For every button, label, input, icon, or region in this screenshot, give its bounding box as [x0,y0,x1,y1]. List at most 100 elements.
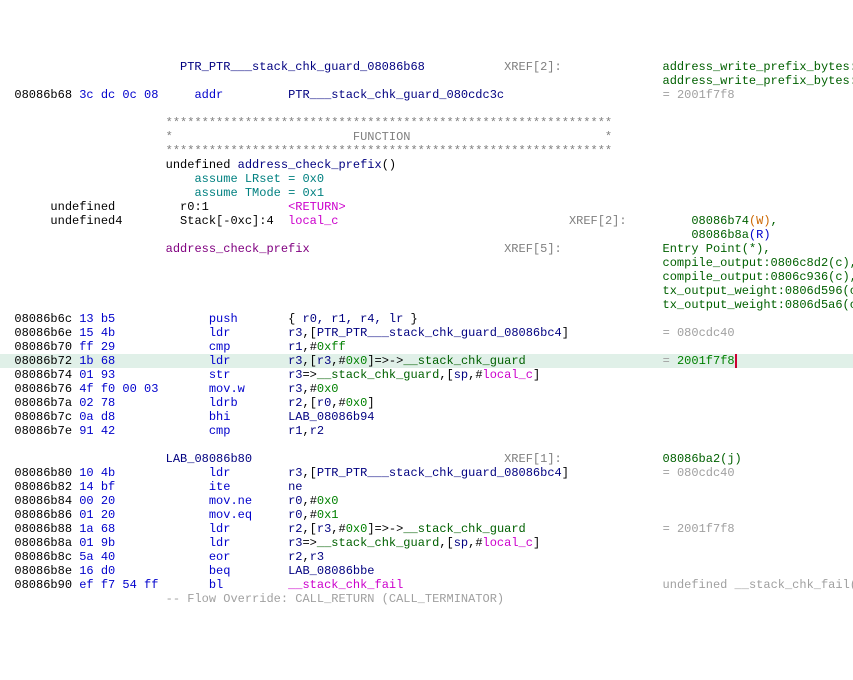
mnemonic: ldr [209,522,231,536]
address: 08086b82 [14,480,72,494]
eol-comment: = 2001f7f8 [663,522,735,536]
listing-line[interactable]: 08086b8a(R) [0,228,853,242]
listing-line[interactable]: 08086b7e 91 42 cmp r1,r2 [0,424,853,438]
listing-line[interactable]: 08086b84 00 20 mov.ne r0,#0x0 [0,494,853,508]
listing-line[interactable]: 08086b82 14 bf ite ne [0,480,853,494]
operand-symbol[interactable]: LAB_08086b94 [288,410,374,424]
operand-symbol[interactable]: __stack_chk_guard [403,354,525,368]
bytes: 16 d0 [79,564,115,578]
address: 08086b6c [14,312,72,326]
listing-line[interactable]: LAB_08086b80 XREF[1]: 08086ba2(j) [0,452,853,466]
operand-symbol[interactable]: PTR___stack_chk_guard_080cdc3c [288,88,504,102]
cursor [735,354,737,368]
operand-symbol[interactable]: __stack_chk_guard [317,536,439,550]
operand-symbol[interactable]: __stack_chk_guard [317,368,439,382]
bytes: 3c dc 0c 08 [79,88,158,102]
mnemonic: addr [194,88,223,102]
operand-symbol[interactable]: __stack_chk_guard [403,522,525,536]
address: 08086b70 [14,340,72,354]
listing-line[interactable]: 08086b8e 16 d0 beq LAB_08086bbe [0,564,853,578]
listing-line[interactable]: 08086b86 01 20 mov.eq r0,#0x1 [0,508,853,522]
listing-line[interactable]: 08086b90 ef f7 54 ff bl __stack_chk_fail… [0,578,853,592]
bytes: 5a 40 [79,550,115,564]
address: 08086b72 [14,354,72,368]
bytes: ff 29 [79,340,115,354]
bytes: 91 42 [79,424,115,438]
xref-link[interactable]: address_write_prefix_bytes:08086... [663,74,853,88]
bytes: 00 20 [79,494,115,508]
mnemonic: bhi [209,410,231,424]
listing-line[interactable]: address_write_prefix_bytes:08086... [0,74,853,88]
listing-line[interactable]: PTR_PTR___stack_chk_guard_08086b68 XREF[… [0,60,853,74]
listing-line[interactable]: tx_output_weight:0806d5a6(c) [0,298,853,312]
mnemonic: mov.w [209,382,245,396]
listing-line[interactable]: 08086b8c 5a 40 eor r2,r3 [0,550,853,564]
address: 08086b7a [14,396,72,410]
mnemonic: mov.eq [209,508,252,522]
listing-line[interactable]: undefined r0:1 <RETURN> [0,200,853,214]
address: 08086b68 [14,88,72,102]
operand-symbol[interactable]: __stack_chk_fail [288,578,403,592]
entry-label: address_check_prefix [166,242,310,256]
listing-line[interactable]: 08086b88 1a 68 ldr r2,[r3,#0x0]=>->__sta… [0,522,853,536]
bytes: 01 9b [79,536,115,550]
listing-line[interactable]: undefined4 Stack[-0xc]:4 local_c XREF[2]… [0,214,853,228]
listing-line[interactable]: ****************************************… [0,116,853,130]
xref-label: XREF[2]: [504,60,562,74]
listing-line[interactable]: address_check_prefix XREF[5]: Entry Poin… [0,242,853,256]
listing-line[interactable] [0,438,853,452]
address: 08086b90 [14,578,72,592]
address: 08086b84 [14,494,72,508]
bytes: 13 b5 [79,312,115,326]
mnemonic: ldr [209,466,231,480]
bytes: 1b 68 [79,354,115,368]
listing-line[interactable]: assume LRset = 0x0 [0,172,853,186]
mnemonic: ldrb [209,396,238,410]
listing-line[interactable]: 08086b72 1b 68 ldr r3,[r3,#0x0]=>->__sta… [0,354,853,368]
mnemonic: str [209,368,231,382]
listing-line[interactable]: -- Flow Override: CALL_RETURN (CALL_TERM… [0,592,853,606]
listing-line[interactable]: compile_output:0806c936(c), [0,270,853,284]
listing-line[interactable]: 08086b8a 01 9b ldr r3=>__stack_chk_guard… [0,536,853,550]
bytes: 02 78 [79,396,115,410]
mnemonic: ldr [209,354,231,368]
bytes: 01 93 [79,368,115,382]
listing-line[interactable]: 08086b6c 13 b5 push { r0, r1, r4, lr } [0,312,853,326]
listing-line[interactable]: 08086b70 ff 29 cmp r1,#0xff [0,340,853,354]
listing-line[interactable]: 08086b74 01 93 str r3=>__stack_chk_guard… [0,368,853,382]
listing-line[interactable]: 08086b76 4f f0 00 03 mov.w r3,#0x0 [0,382,853,396]
listing-line[interactable]: 08086b7a 02 78 ldrb r2,[r0,#0x0] [0,396,853,410]
address: 08086b8a [14,536,72,550]
label[interactable]: LAB_08086b80 [166,452,252,466]
mnemonic: beq [209,564,231,578]
operand-symbol[interactable]: LAB_08086bbe [288,564,374,578]
bytes: 1a 68 [79,522,115,536]
listing-line[interactable]: assume TMode = 0x1 [0,186,853,200]
eol-comment: = 080cdc40 [663,326,735,340]
mnemonic: ite [209,480,231,494]
address: 08086b7e [14,424,72,438]
listing-line[interactable]: ****************************************… [0,144,853,158]
operand-symbol[interactable]: PTR_PTR___stack_chk_guard_08086bc4 [317,326,562,340]
listing-line[interactable]: 08086b80 10 4b ldr r3,[PTR_PTR___stack_c… [0,466,853,480]
listing-line[interactable]: 08086b7c 0a d8 bhi LAB_08086b94 [0,410,853,424]
listing-line[interactable]: * FUNCTION * [0,130,853,144]
mnemonic: mov.ne [209,494,252,508]
operand-symbol[interactable]: PTR_PTR___stack_chk_guard_08086bc4 [317,466,562,480]
listing-line[interactable] [0,102,853,116]
address: 08086b76 [14,382,72,396]
address: 08086b6e [14,326,72,340]
address: 08086b74 [14,368,72,382]
listing-line[interactable]: compile_output:0806c8d2(c), [0,256,853,270]
listing-line[interactable]: tx_output_weight:0806d596(c), [0,284,853,298]
listing-line[interactable]: 08086b6e 15 4b ldr r3,[PTR_PTR___stack_c… [0,326,853,340]
listing-line[interactable]: undefined address_check_prefix() [0,158,853,172]
mnemonic: eor [209,550,231,564]
function-name[interactable]: address_check_prefix [238,158,382,172]
eol-comment: = 080cdc40 [663,466,735,480]
xref-link[interactable]: address_write_prefix_bytes:08086... [663,60,853,74]
listing-line[interactable]: 08086b68 3c dc 0c 08 addr PTR___stack_ch… [0,88,853,102]
address: 08086b8c [14,550,72,564]
flow-override: -- Flow Override: CALL_RETURN (CALL_TERM… [166,592,504,606]
bytes: 0a d8 [79,410,115,424]
